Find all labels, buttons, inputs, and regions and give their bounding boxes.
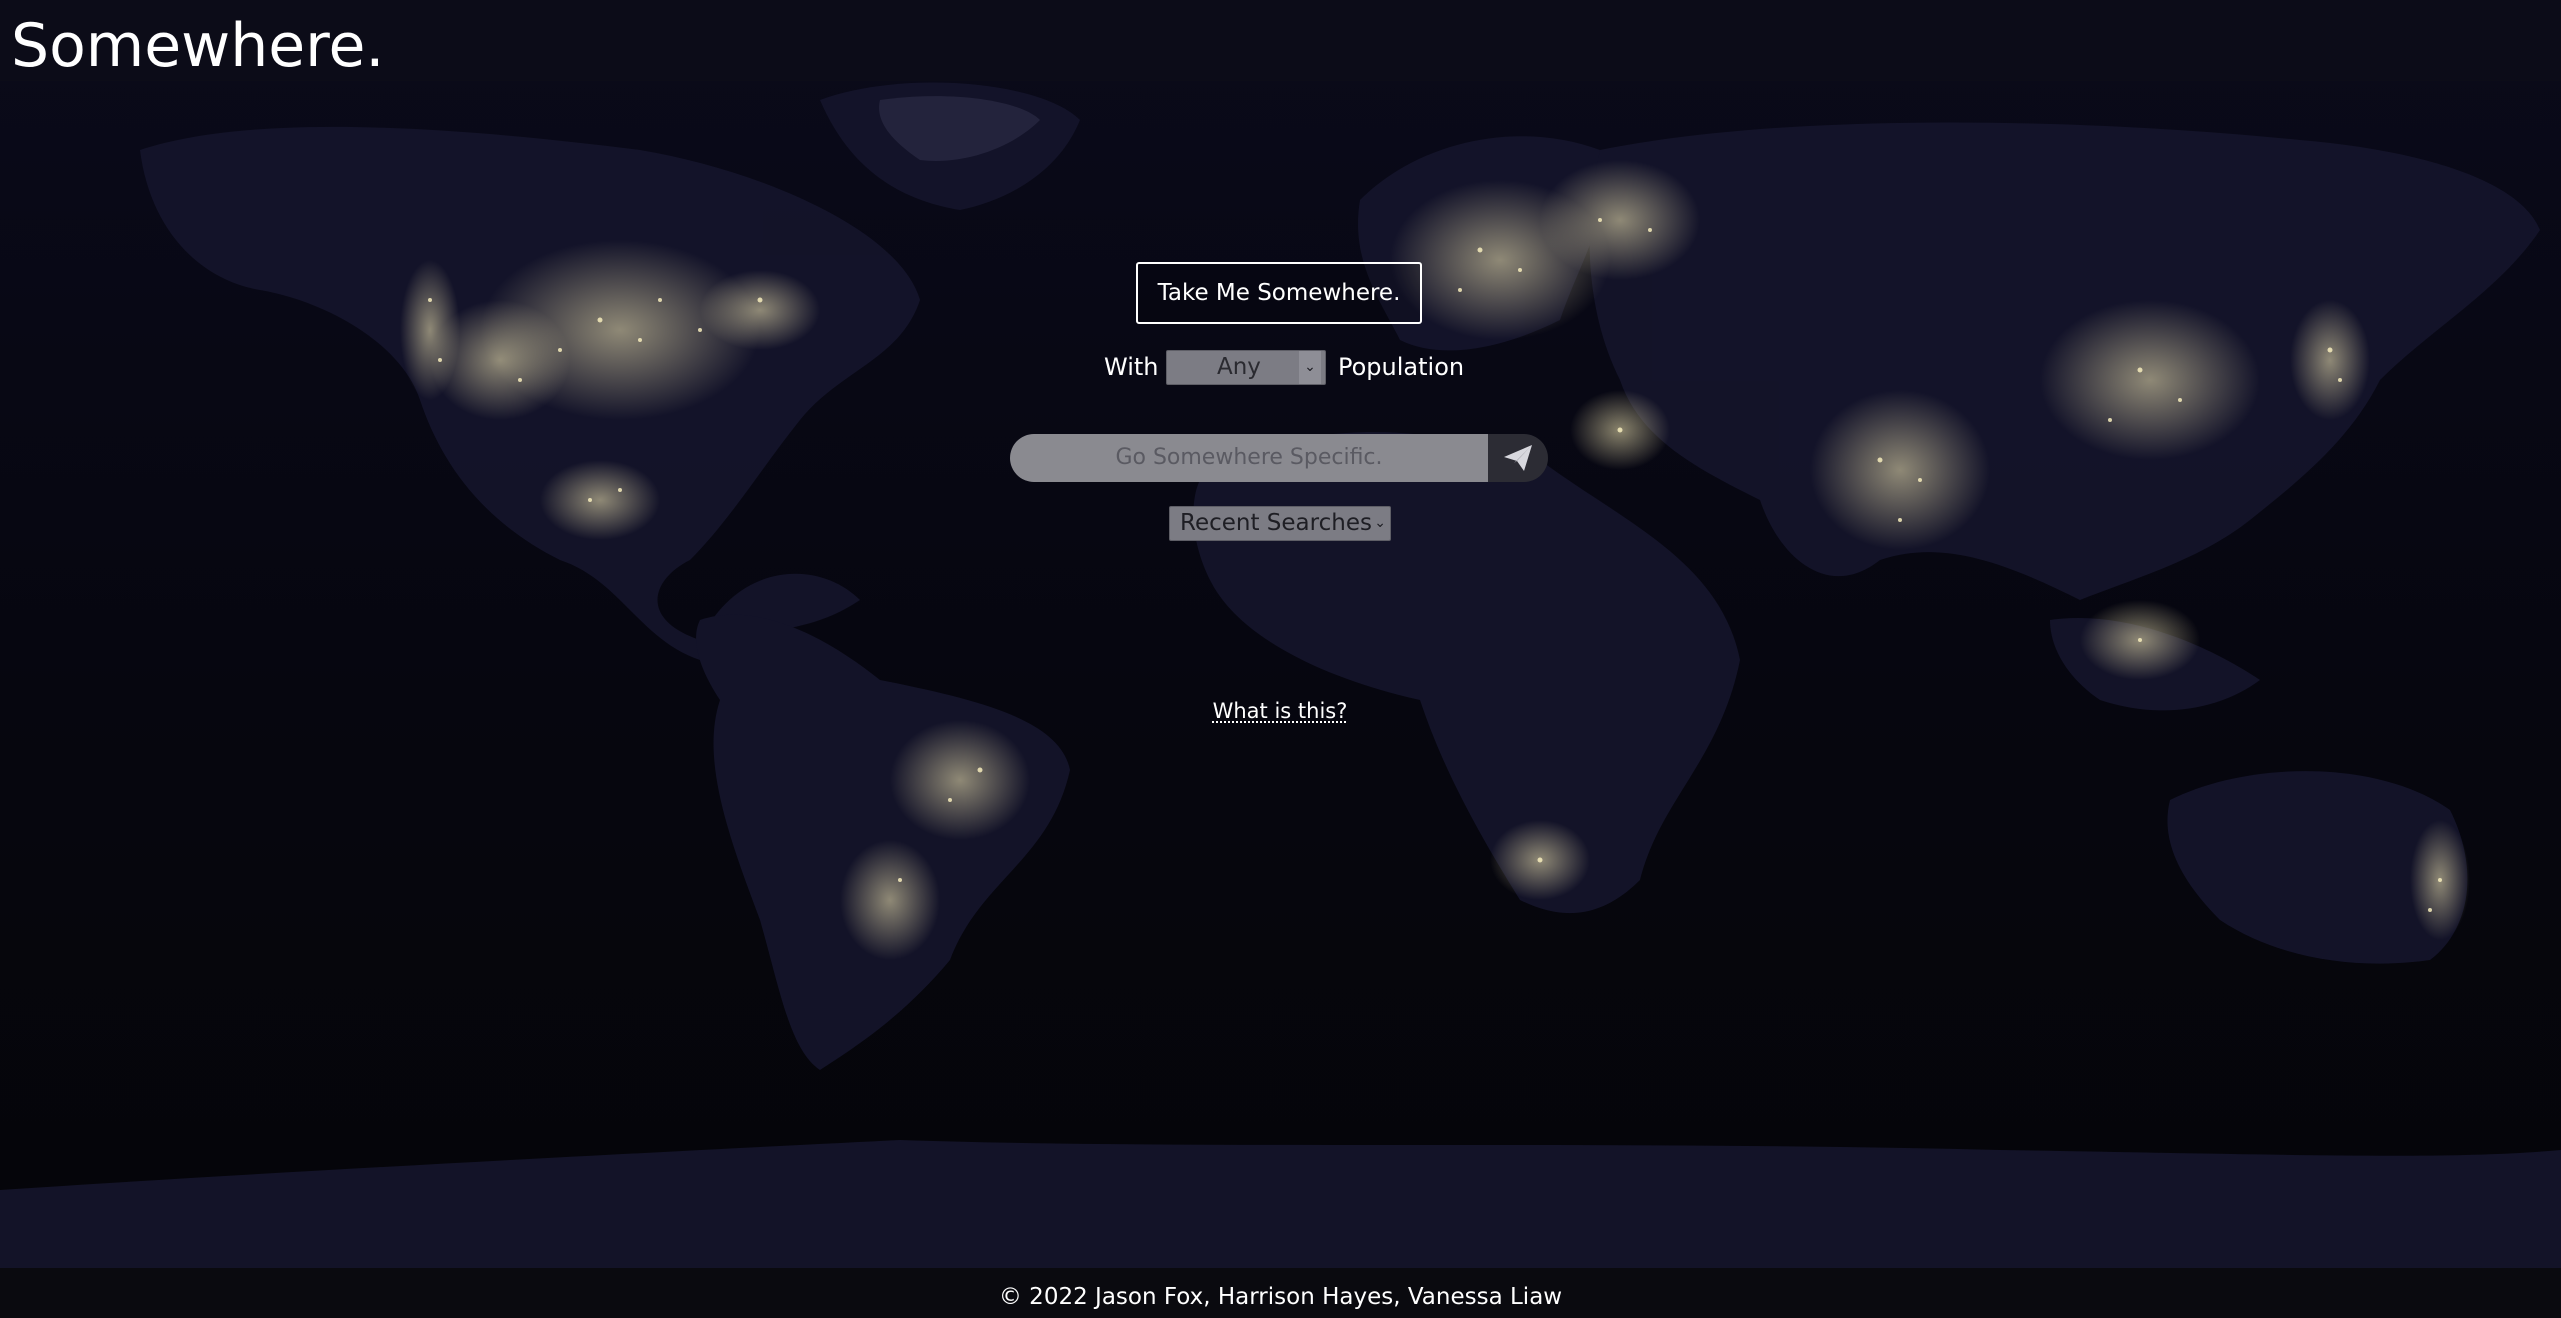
page: Somewhere. Take Me Somewhere. With Any ⌄… — [0, 0, 2561, 1318]
recent-searches-select[interactable]: Recent Searches ⌄ — [1169, 506, 1391, 541]
header-bar: Somewhere. — [0, 0, 2561, 81]
world-map-illustration — [0, 82, 2561, 1268]
site-title[interactable]: Somewhere. — [11, 8, 385, 84]
take-me-somewhere-button[interactable]: Take Me Somewhere. — [1136, 262, 1422, 324]
search-submit-button[interactable] — [1488, 434, 1548, 482]
recent-searches-value: Recent Searches — [1180, 510, 1372, 536]
population-label: Population — [1338, 353, 1465, 381]
chevron-down-icon: ⌄ — [1374, 515, 1386, 531]
population-filter-row: With Any ⌄ Population — [1100, 349, 1464, 385]
with-label: With — [1104, 353, 1159, 381]
copyright-text: © 2022 Jason Fox, Harrison Hayes, Vaness… — [998, 1284, 1563, 1310]
search-input[interactable] — [1010, 434, 1488, 482]
footer: © 2022 Jason Fox, Harrison Hayes, Vaness… — [0, 1268, 2561, 1318]
population-select[interactable]: Any ⌄ — [1166, 350, 1326, 385]
search-bar — [1010, 434, 1550, 482]
what-is-this-link[interactable]: What is this? — [1180, 696, 1380, 726]
paper-plane-icon — [1504, 445, 1532, 471]
population-select-value: Any — [1217, 354, 1261, 380]
chevron-down-icon: ⌄ — [1299, 351, 1321, 384]
world-map-background — [0, 0, 2561, 1268]
